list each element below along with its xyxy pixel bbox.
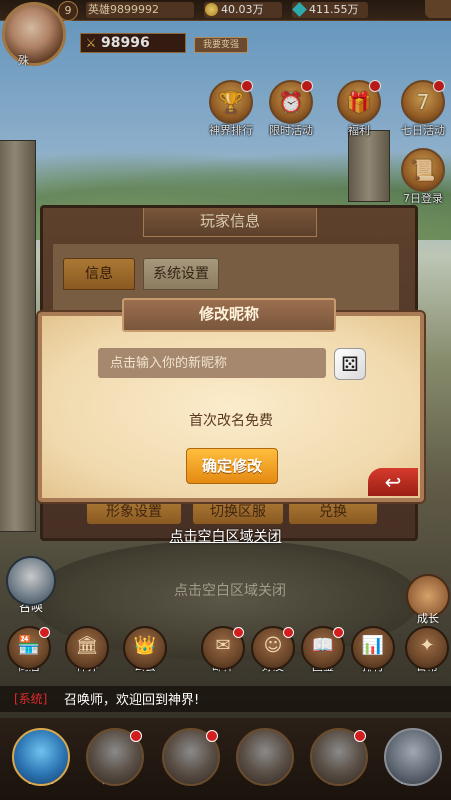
notification-dot xyxy=(333,627,344,638)
armor-icon xyxy=(162,728,220,786)
friends-button[interactable]: ☺ 好友 xyxy=(250,626,296,674)
codex-button[interactable]: 📖 图鉴 xyxy=(300,626,346,674)
confirm-rename-button[interactable]: 确定修改 xyxy=(186,448,278,484)
mail-button[interactable]: ✉ 邮件 xyxy=(200,626,246,674)
bag-icon xyxy=(310,728,368,786)
rename-modal: 修改昵称 ⚄ 首次改名免费 确定修改 ↩ xyxy=(38,298,424,502)
temple-icon: 🏛 xyxy=(65,626,109,670)
nav-artifact[interactable]: 神器 xyxy=(234,728,296,787)
rename-title-banner: 修改昵称 xyxy=(122,298,336,332)
summon-icon xyxy=(6,556,56,606)
back-arrow-icon[interactable]: ↩ xyxy=(368,468,418,496)
close-hint[interactable]: 点击空白区域关闭 xyxy=(0,526,451,546)
summon-button[interactable]: 召唤 xyxy=(6,556,56,615)
divine-realm-button[interactable]: 🏛 神界 xyxy=(64,626,110,674)
dice-icon[interactable]: ⚄ xyxy=(334,348,366,380)
nickname-input[interactable] xyxy=(98,348,326,378)
notification-dot xyxy=(233,627,244,638)
nav-bag[interactable]: 背包 xyxy=(308,728,370,787)
chart-icon: 📊 xyxy=(351,626,395,670)
ranking-bottom-button[interactable]: 📊 排行 xyxy=(350,626,396,674)
notification-dot xyxy=(130,730,142,742)
notification-dot xyxy=(283,627,294,638)
nav-heroes[interactable]: 英雄 xyxy=(84,728,146,787)
hero-helmet-icon xyxy=(86,728,144,786)
chat-bar[interactable]: [系统] 召唤师，欢迎回到神界! xyxy=(0,686,451,712)
nav-main-city[interactable]: 主城 xyxy=(10,728,72,787)
friends-icon: ☺ xyxy=(251,626,295,670)
nav-equipment[interactable]: 装备 xyxy=(160,728,222,787)
shop-icon: 🏪 xyxy=(7,626,51,670)
growth-button[interactable]: 成长 xyxy=(406,574,450,626)
chat-channel-tag: [系统] xyxy=(14,692,48,706)
notification-dot xyxy=(39,627,50,638)
notification-dot xyxy=(206,730,218,742)
book-icon: 📖 xyxy=(301,626,345,670)
daily-button[interactable]: ✦ 日常 xyxy=(404,626,450,674)
shop-button[interactable]: 🏪 商店 xyxy=(6,626,52,674)
crown-icon: 👑 xyxy=(123,626,167,670)
bottom-function-bar: 🏪 商店 🏛 神界 👑 公会 ✉ 邮件 ☺ 好友 📖 图鉴 📊 排行 ✦ 日常 xyxy=(0,626,451,682)
bottom-navigation: 主城 英雄 装备 神器 背包 战斗 xyxy=(0,718,451,800)
castle-icon xyxy=(12,728,70,786)
rename-modal-title: 修改昵称 xyxy=(198,305,259,323)
free-rename-text: 首次改名免费 xyxy=(189,413,273,429)
crossed-swords-battle-icon xyxy=(384,728,442,786)
artifact-icon xyxy=(236,728,294,786)
guild-button[interactable]: 👑 公会 xyxy=(122,626,168,674)
mail-icon: ✉ xyxy=(201,626,245,670)
nav-battle[interactable]: 战斗 xyxy=(382,728,444,787)
daily-icon: ✦ xyxy=(405,626,449,670)
chat-message: 召唤师，欢迎回到神界! xyxy=(64,693,200,708)
notification-dot xyxy=(354,730,366,742)
growth-label: 成长 xyxy=(417,612,439,625)
